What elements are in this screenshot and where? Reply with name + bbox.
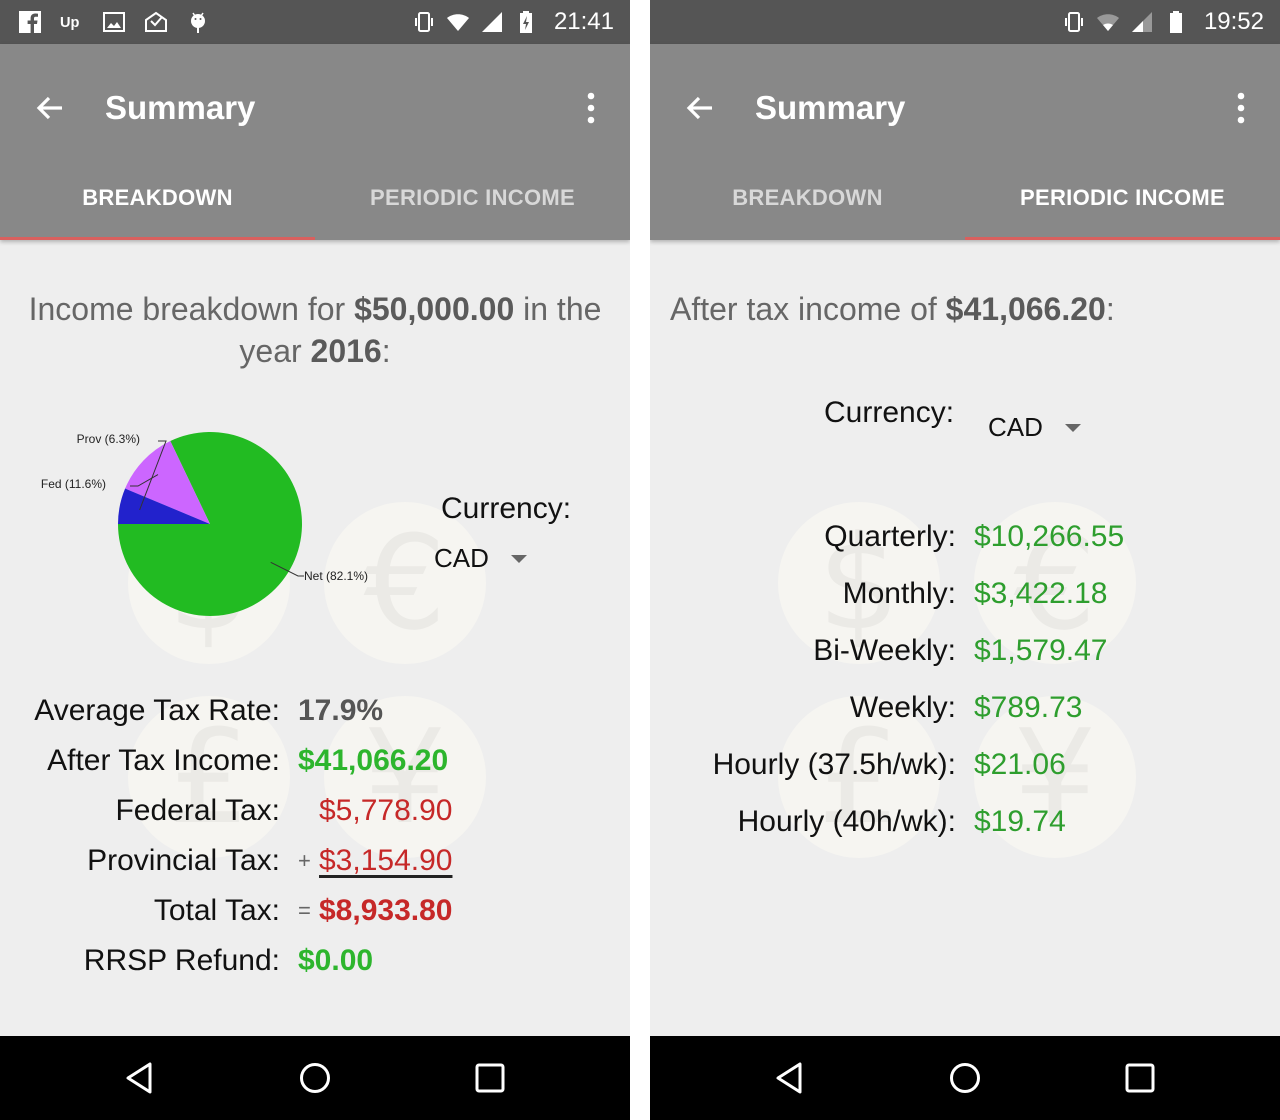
- app-bar: Summary BREAKDOWN PERIODIC INCOME: [650, 44, 1280, 240]
- periodic-row-label: Hourly (37.5h/wk):: [712, 748, 956, 781]
- dropdown-caret-icon: [1064, 423, 1081, 432]
- periodic-row-label: Weekly:: [849, 691, 956, 724]
- after-tax-headline: After tax income of $41,066.20:: [670, 291, 1115, 327]
- gross-income-amount: $50,000.00: [354, 291, 515, 327]
- tab-breakdown[interactable]: BREAKDOWN: [0, 160, 315, 240]
- summary-row: Total Tax: = $8,933.80: [0, 894, 453, 934]
- periodic-row-label: Bi-Weekly:: [813, 634, 956, 667]
- summary-row-value: $3,154.90: [319, 844, 453, 877]
- breakdown-content: $ € £ ¥ Income breakdown for $50,000.00 …: [0, 240, 630, 1036]
- summary-row: RRSP Refund: $0.00: [0, 944, 373, 984]
- summary-row: After Tax Income: $41,066.20: [0, 744, 448, 784]
- income-pie-chart: Net (82.1%) Fed (11.6%) Prov (6.3%): [41, 432, 368, 616]
- battery-charging-icon: [519, 11, 532, 33]
- summary-row-value: 17.9%: [298, 694, 384, 727]
- status-time: 21:41: [553, 8, 614, 35]
- periodic-row-value: $3,422.18: [974, 577, 1108, 610]
- currency-dropdown[interactable]: CAD: [434, 543, 527, 574]
- periodic-row: Monthly: $3,422.18: [650, 577, 1108, 617]
- periodic-row-value: $1,579.47: [974, 634, 1108, 667]
- facebook-icon: [19, 11, 41, 33]
- wifi-icon: [446, 14, 469, 31]
- page-title: Summary: [105, 89, 256, 126]
- periodic-row-value: $21.06: [974, 748, 1066, 781]
- summary-row-operator: =: [298, 898, 311, 923]
- cell-signal-icon: [1131, 12, 1152, 32]
- mail-check-icon: [145, 11, 167, 32]
- after-tax-amount: $41,066.20: [945, 291, 1106, 327]
- summary-row-label: RRSP Refund:: [83, 944, 280, 977]
- pie-label-fed: Fed (11.6%): [41, 477, 106, 491]
- summary-row-value: $8,933.80: [319, 894, 453, 927]
- tab-periodic-income[interactable]: PERIODIC INCOME: [965, 160, 1280, 240]
- pie-label-prov: Prov (6.3%): [77, 432, 140, 446]
- pie-label-net: Net (82.1%): [304, 569, 368, 583]
- periodic-row-label: Quarterly:: [824, 520, 956, 553]
- more-vert-icon[interactable]: [1226, 88, 1256, 128]
- dropdown-caret-icon: [510, 554, 527, 563]
- status-time: 19:52: [1203, 8, 1264, 35]
- arrow-back-icon[interactable]: [30, 88, 70, 128]
- vibrate-icon: [1064, 12, 1083, 32]
- navigation-bar: [0, 1036, 630, 1120]
- page-title: Summary: [755, 89, 906, 126]
- home-circle-icon[interactable]: [945, 1058, 985, 1098]
- image-icon: [103, 12, 125, 32]
- android-debug-icon: [191, 12, 205, 33]
- tab-bar: BREAKDOWN PERIODIC INCOME: [650, 160, 1280, 240]
- summary-row-label: Federal Tax:: [115, 794, 280, 827]
- recents-square-icon[interactable]: [1120, 1058, 1160, 1098]
- summary-row-operator: +: [298, 848, 311, 873]
- periodic-row-label: Hourly (40h/wk):: [737, 805, 956, 838]
- currency-label: Currency:: [824, 396, 955, 429]
- summary-row-value: $0.00: [298, 944, 374, 977]
- summary-row-value: $5,778.90: [319, 794, 453, 827]
- summary-row: Provincial Tax: + $3,154.90: [0, 844, 452, 884]
- currency-selected-value: CAD: [988, 412, 1043, 442]
- tax-year: 2016: [310, 333, 382, 369]
- summary-row-label: After Tax Income:: [47, 744, 280, 777]
- currency-selected-value: CAD: [434, 543, 489, 573]
- periodic-row-value: $789.73: [974, 691, 1083, 724]
- more-vert-icon[interactable]: [576, 88, 606, 128]
- summary-row-label: Average Tax Rate:: [34, 694, 280, 727]
- tab-bar: BREAKDOWN PERIODIC INCOME: [0, 160, 630, 240]
- wifi-icon: [1096, 14, 1119, 31]
- tab-periodic-income[interactable]: PERIODIC INCOME: [315, 160, 630, 240]
- cell-signal-icon: [481, 12, 502, 32]
- summary-row-label: Provincial Tax:: [87, 844, 280, 877]
- app-bar: Summary BREAKDOWN PERIODIC INCOME: [0, 44, 630, 240]
- periodic-row: Bi-Weekly: $1,579.47: [650, 634, 1107, 674]
- recents-square-icon[interactable]: [470, 1058, 510, 1098]
- periodic-row-value: $19.74: [974, 805, 1066, 838]
- currency-label: Currency:: [441, 492, 572, 525]
- phone-screen-periodic-income: 19:52 Summary BREAKDOWN PERIODIC INCOME …: [650, 0, 1280, 1120]
- periodic-row: Quarterly: $10,266.55: [650, 520, 1124, 560]
- currency-dropdown[interactable]: CAD: [988, 412, 1081, 443]
- home-circle-icon[interactable]: [295, 1058, 335, 1098]
- summary-row: Average Tax Rate: 17.9%: [0, 694, 383, 734]
- upwork-icon: Up: [60, 15, 80, 31]
- periodic-row: Hourly (37.5h/wk): $21.06: [650, 748, 1066, 788]
- summary-row-value: $41,066.20: [298, 744, 449, 777]
- periodic-row-label: Monthly:: [842, 577, 956, 610]
- periodic-row-value: $10,266.55: [974, 520, 1125, 553]
- battery-full-icon: [1169, 11, 1182, 33]
- summary-row: Federal Tax: $5,778.90: [0, 794, 452, 834]
- back-triangle-icon[interactable]: [120, 1058, 160, 1098]
- svg-text:Up: Up: [60, 15, 80, 31]
- phone-screen-breakdown: Up 21:41 Summary BREAKDOWN PERIODIC INCO…: [0, 0, 630, 1120]
- arrow-back-icon[interactable]: [680, 88, 720, 128]
- vibrate-icon: [414, 12, 433, 32]
- back-triangle-icon[interactable]: [770, 1058, 810, 1098]
- income-headline: Income breakdown for $50,000.00 in the y…: [28, 291, 602, 369]
- status-bar: Up 21:41: [0, 0, 630, 44]
- summary-row-label: Total Tax:: [153, 894, 280, 927]
- navigation-bar: [650, 1036, 1280, 1120]
- periodic-income-content: $ € £ ¥ After tax income of $41,066.20: …: [650, 240, 1280, 1036]
- periodic-row: Weekly: $789.73: [650, 691, 1083, 731]
- tab-breakdown[interactable]: BREAKDOWN: [650, 160, 965, 240]
- status-bar: 19:52: [650, 0, 1280, 44]
- periodic-row: Hourly (40h/wk): $19.74: [650, 805, 1066, 845]
